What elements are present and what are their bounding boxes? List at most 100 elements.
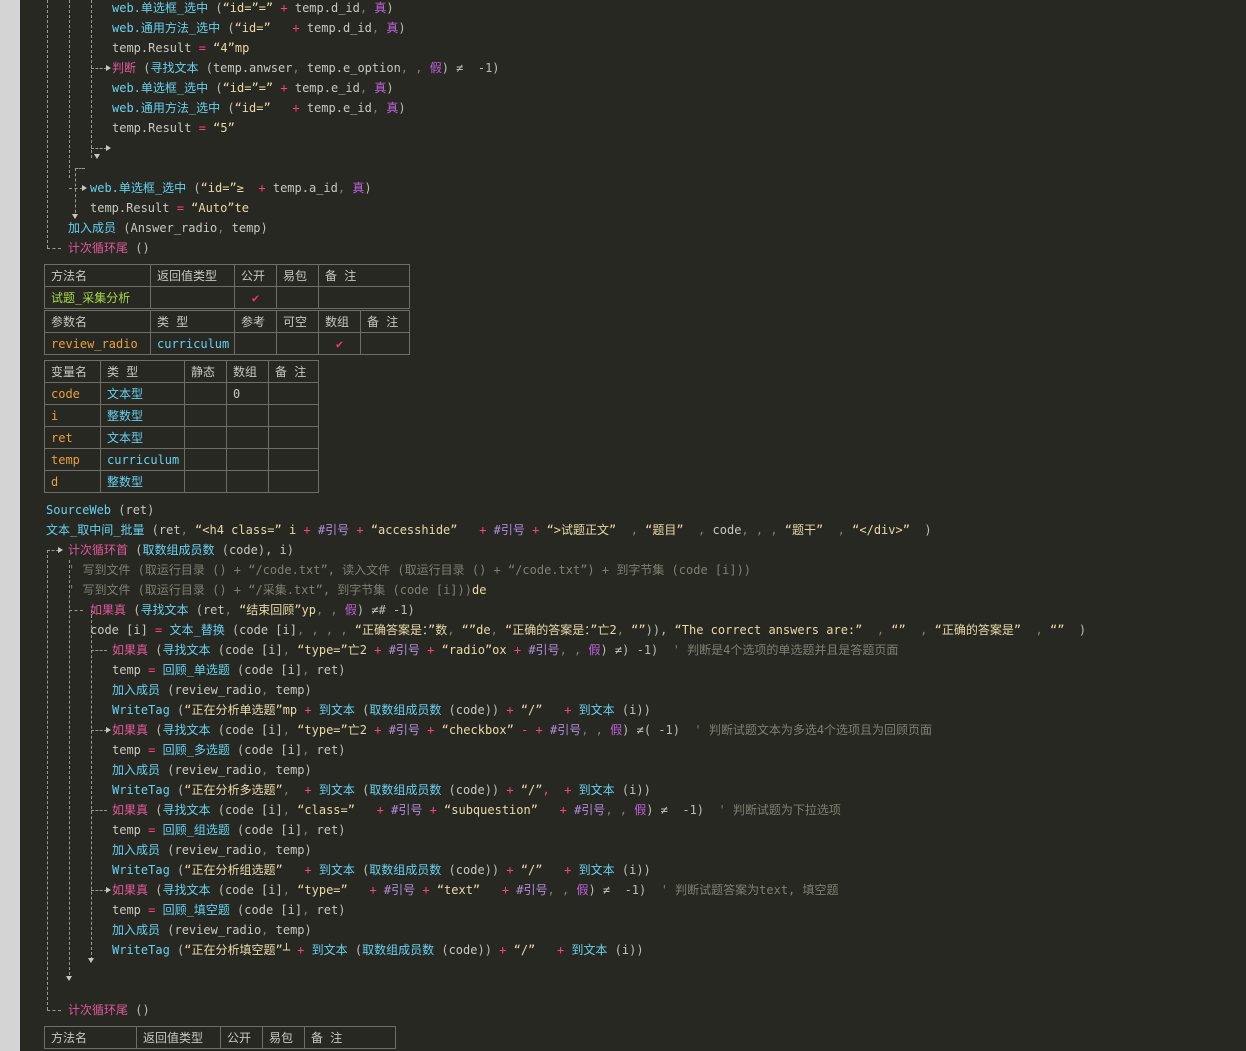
var-cell[interactable]: 文本型 [100, 382, 185, 405]
var-cell[interactable] [226, 470, 269, 493]
code-line[interactable]: web.通用方法_选中 (“id=” + temp.d_id, 真) [112, 18, 406, 38]
code-line[interactable]: temp = 回顾_组选题 (code [i], ret) [112, 820, 345, 840]
code-line[interactable]: web.通用方法_选中 (“id=” + temp.e_id, 真) [112, 98, 406, 118]
param-ref[interactable] [234, 332, 277, 355]
code-line[interactable]: WriteTag (“正在分析多选题”, + 到文本 (取数组成员数 (code… [112, 780, 651, 800]
table-row[interactable]: d 整数型 [44, 470, 319, 493]
var-cell[interactable] [184, 448, 227, 471]
table-row[interactable]: code 文本型 0 [44, 382, 319, 405]
var-cell[interactable]: i [44, 404, 101, 427]
var-cell[interactable]: ret [44, 426, 101, 449]
var-cell[interactable]: code [44, 382, 101, 405]
var-cell[interactable] [226, 426, 269, 449]
var-cell[interactable] [268, 470, 319, 493]
code-line[interactable]: web.单选框_选中 (“id=”=” + temp.d_id, 真) [112, 0, 394, 18]
code-line[interactable]: temp.Result = “5” [112, 118, 235, 138]
var-cell[interactable] [184, 404, 227, 427]
param-header-type: 类 型 [150, 310, 235, 333]
code-line[interactable]: 加入成员 (review_radio, temp) [112, 680, 312, 700]
code-line[interactable]: temp = 回顾_多选题 (code [i], ret) [112, 740, 345, 760]
code-line[interactable]: WriteTag (“正在分析填空题”┴ + 到文本 (取数组成员数 (code… [112, 940, 644, 960]
method-note[interactable] [318, 286, 410, 309]
var-cell[interactable]: temp [44, 448, 101, 471]
code-token: 到文本 [571, 943, 608, 957]
code-line[interactable]: 如果真 (寻找文本 (code [i], “type=”亡2 + #引号 + “… [112, 720, 932, 740]
var-cell[interactable] [268, 448, 319, 471]
var-cell[interactable] [184, 382, 227, 405]
code-token: ( [220, 101, 235, 115]
code-line[interactable]: 判断 (寻找文本 (temp.anwser, temp.e_option, , … [112, 58, 500, 78]
code-line[interactable]: temp.Result = “Auto”te [90, 198, 249, 218]
code-token: , [282, 803, 298, 817]
code-line[interactable]: code [i] = 文本_替换 (code [i], , , , “正确答案是… [90, 620, 1086, 640]
var-cell[interactable] [226, 404, 269, 427]
var-cell[interactable] [184, 470, 227, 493]
code-token: 真 [374, 1, 387, 15]
code-token: temp [275, 683, 305, 697]
var-cell[interactable]: d [44, 470, 101, 493]
code-line[interactable]: 计次循环尾 () [68, 1000, 150, 1020]
code-line[interactable]: 如果真 (寻找文本 (code [i], “type=”亡2 + #引号 + “… [112, 640, 898, 660]
code-token: “type=” [297, 883, 348, 897]
param-type[interactable]: curriculum [150, 332, 235, 355]
code-token: 寻找文本 [162, 723, 211, 737]
var-cell[interactable]: 整数型 [100, 404, 185, 427]
var-cell[interactable]: 整数型 [100, 470, 185, 493]
code-line[interactable]: temp = 回顾_单选题 (code [i], ret) [112, 660, 345, 680]
var-cell[interactable] [226, 448, 269, 471]
param-name[interactable]: review_radio [44, 332, 151, 355]
method-easypkg[interactable] [276, 286, 319, 309]
code-token: “Auto”te [191, 201, 249, 215]
code-token: “/” [520, 703, 543, 717]
var-cell[interactable]: curriculum [100, 448, 185, 471]
method-public-check[interactable]: ✔ [234, 286, 277, 309]
code-line[interactable]: SourceWeb (ret) [46, 500, 154, 520]
code-line[interactable]: web.单选框_选中 (“id=”=” + temp.e_id, 真) [112, 78, 394, 98]
code-token: + [499, 943, 514, 957]
var-cell[interactable] [268, 426, 319, 449]
code-line[interactable]: 如果真 (寻找文本 (ret, “结束回顾”yp, , 假) ≠# -1) [90, 600, 415, 620]
code-line[interactable]: ' 写到文件 (取运行目录 () + “/采集.txt”, 到字节集 (code… [68, 580, 486, 600]
code-token: 如果真 [90, 603, 127, 617]
code-token: ( [229, 823, 245, 837]
code-line[interactable]: 加入成员 (review_radio, temp) [112, 840, 312, 860]
code-line[interactable]: temp = 回顾_填空题 (code [i], ret) [112, 900, 345, 920]
code-line[interactable]: ' 写到文件 (取运行目录 () + “/code.txt”, 读入文件 (取运… [68, 560, 751, 580]
param-array-check[interactable]: ✔ [318, 332, 361, 355]
code-token: , , [605, 803, 635, 817]
code-token: 计次循环首 [68, 543, 129, 557]
code-line[interactable]: 文本_取中间_批量 (ret, “<h4 class=” i + #引号 + “… [46, 520, 932, 540]
code-line[interactable]: 如果真 (寻找文本 (code [i], “type=” + #引号 + “te… [112, 880, 839, 900]
code-line[interactable]: web.单选框_选中 (“id=”≥ + temp.a_id, 真) [90, 178, 372, 198]
code-token: ret [125, 503, 148, 517]
var-cell[interactable] [268, 382, 319, 405]
code-line[interactable]: WriteTag (“正在分析单选题”mp + 到文本 (取数组成员数 (cod… [112, 700, 651, 720]
var-cell[interactable]: 文本型 [100, 426, 185, 449]
code-line[interactable]: 加入成员 (Answer_radio, temp) [68, 218, 268, 238]
table-row[interactable]: temp curriculum [44, 448, 319, 471]
table-row[interactable]: ret 文本型 [44, 426, 319, 449]
param-note[interactable] [360, 332, 410, 355]
code-token: , [905, 623, 935, 637]
param-nullable[interactable] [276, 332, 319, 355]
code-token: “正在分析单选题”mp [184, 703, 298, 717]
table-row[interactable]: i 整数型 [44, 404, 319, 427]
method-name[interactable]: 试题_采集分析 [44, 286, 151, 309]
var-cell[interactable] [184, 426, 227, 449]
code-line[interactable]: 计次循环尾 () [68, 238, 150, 258]
method-header-return: 返回值类型 [150, 264, 235, 287]
var-header-note: 备 注 [268, 360, 319, 383]
var-cell[interactable]: 0 [226, 382, 269, 405]
code-line[interactable]: 加入成员 (review_radio, temp) [112, 760, 312, 780]
code-line[interactable]: 计次循环首 (取数组成员数 (code), i) [68, 540, 294, 560]
code-editor[interactable]: web.单选框_选中 (“id=”=” + temp.d_id, 真) web.通… [20, 0, 1246, 1051]
code-token: review_radio [174, 763, 262, 777]
code-line[interactable]: 如果真 (寻找文本 (code [i], “class=” + #引号 + “s… [112, 800, 841, 820]
method-return-type[interactable] [150, 286, 235, 309]
code-line[interactable]: WriteTag (“正在分析组选题” + 到文本 (取数组成员数 (code)… [112, 860, 651, 880]
var-cell[interactable] [268, 404, 319, 427]
code-token: 加入成员 [112, 923, 161, 937]
code-token: code [455, 863, 485, 877]
code-line[interactable]: 加入成员 (review_radio, temp) [112, 920, 312, 940]
code-line[interactable]: temp.Result = “4”mp [112, 38, 249, 58]
